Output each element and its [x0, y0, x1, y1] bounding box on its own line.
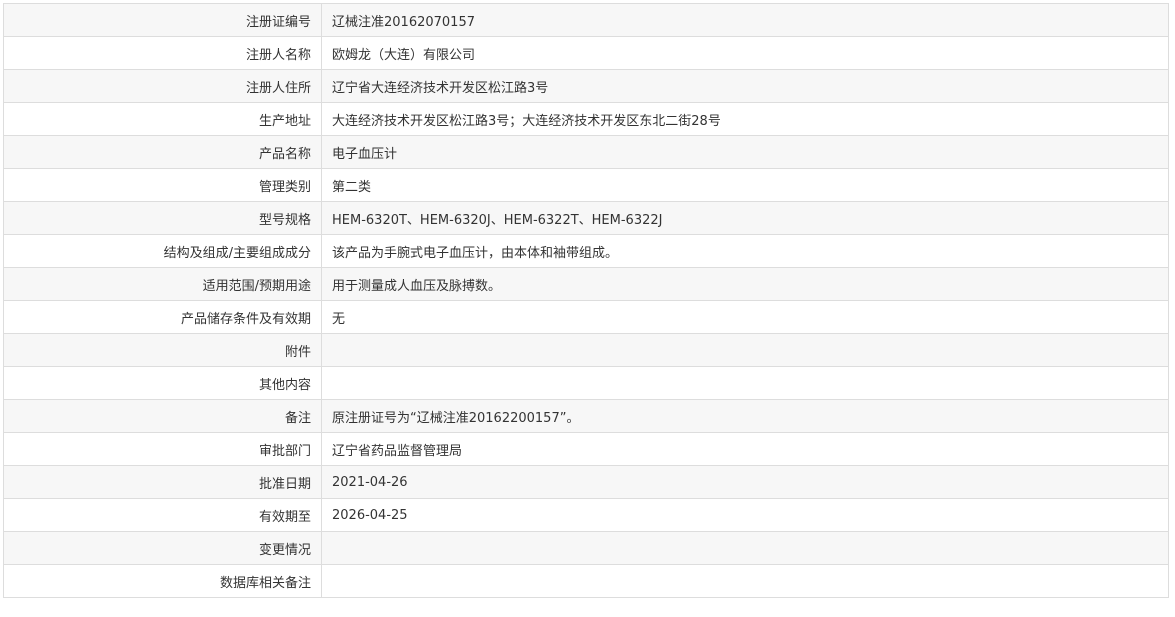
table-row: 有效期至 2026-04-25: [3, 498, 1169, 532]
table-row: 变更情况: [3, 531, 1169, 565]
row-value-model-spec: HEM-6320T、HEM-6320J、HEM-6322T、HEM-6322J: [321, 201, 1169, 235]
row-label-intended-use: 适用范围/预期用途: [3, 267, 322, 301]
row-value-valid-until: 2026-04-25: [321, 498, 1169, 532]
row-value-approval-department: 辽宁省药品监督管理局: [321, 432, 1169, 466]
row-value-database-remarks: [321, 564, 1169, 598]
row-label-registrant-address: 注册人住所: [3, 69, 322, 103]
row-value-attachments: [321, 333, 1169, 367]
table-row: 注册人名称 欧姆龙（大连）有限公司: [3, 36, 1169, 70]
registration-record-table: 注册证编号 辽械注准20162070157 注册人名称 欧姆龙（大连）有限公司 …: [3, 3, 1169, 598]
row-label-remarks: 备注: [3, 399, 322, 433]
table-row: 结构及组成/主要组成成分 该产品为手腕式电子血压计，由本体和袖带组成。: [3, 234, 1169, 268]
row-label-production-address: 生产地址: [3, 102, 322, 136]
row-label-structure-composition: 结构及组成/主要组成成分: [3, 234, 322, 268]
row-value-structure-composition: 该产品为手腕式电子血压计，由本体和袖带组成。: [321, 234, 1169, 268]
row-label-product-name: 产品名称: [3, 135, 322, 169]
table-row: 产品名称 电子血压计: [3, 135, 1169, 169]
table-row: 注册人住所 辽宁省大连经济技术开发区松江路3号: [3, 69, 1169, 103]
row-value-registrant-name: 欧姆龙（大连）有限公司: [321, 36, 1169, 70]
table-row: 生产地址 大连经济技术开发区松江路3号；大连经济技术开发区东北二街28号: [3, 102, 1169, 136]
row-label-approval-department: 审批部门: [3, 432, 322, 466]
row-label-attachments: 附件: [3, 333, 322, 367]
row-label-valid-until: 有效期至: [3, 498, 322, 532]
table-row: 批准日期 2021-04-26: [3, 465, 1169, 499]
row-value-registration-number: 辽械注准20162070157: [321, 3, 1169, 37]
row-value-storage-validity: 无: [321, 300, 1169, 334]
row-label-database-remarks: 数据库相关备注: [3, 564, 322, 598]
table-row: 数据库相关备注: [3, 564, 1169, 598]
table-row: 附件: [3, 333, 1169, 367]
row-label-model-spec: 型号规格: [3, 201, 322, 235]
table-row: 注册证编号 辽械注准20162070157: [3, 3, 1169, 37]
row-value-change-history: [321, 531, 1169, 565]
row-value-registrant-address: 辽宁省大连经济技术开发区松江路3号: [321, 69, 1169, 103]
row-value-management-category: 第二类: [321, 168, 1169, 202]
table-row: 产品储存条件及有效期 无: [3, 300, 1169, 334]
row-label-storage-validity: 产品储存条件及有效期: [3, 300, 322, 334]
row-label-registration-number: 注册证编号: [3, 3, 322, 37]
record-table-body: 注册证编号 辽械注准20162070157 注册人名称 欧姆龙（大连）有限公司 …: [3, 3, 1169, 598]
table-row: 管理类别 第二类: [3, 168, 1169, 202]
table-row: 其他内容: [3, 366, 1169, 400]
table-row: 型号规格 HEM-6320T、HEM-6320J、HEM-6322T、HEM-6…: [3, 201, 1169, 235]
row-value-remarks: 原注册证号为“辽械注准20162200157”。: [321, 399, 1169, 433]
row-value-intended-use: 用于测量成人血压及脉搏数。: [321, 267, 1169, 301]
row-label-other-content: 其他内容: [3, 366, 322, 400]
table-row: 适用范围/预期用途 用于测量成人血压及脉搏数。: [3, 267, 1169, 301]
row-value-other-content: [321, 366, 1169, 400]
row-value-product-name: 电子血压计: [321, 135, 1169, 169]
row-label-change-history: 变更情况: [3, 531, 322, 565]
table-row: 备注 原注册证号为“辽械注准20162200157”。: [3, 399, 1169, 433]
row-label-registrant-name: 注册人名称: [3, 36, 322, 70]
row-value-approval-date: 2021-04-26: [321, 465, 1169, 499]
row-value-production-address: 大连经济技术开发区松江路3号；大连经济技术开发区东北二街28号: [321, 102, 1169, 136]
row-label-approval-date: 批准日期: [3, 465, 322, 499]
row-label-management-category: 管理类别: [3, 168, 322, 202]
table-row: 审批部门 辽宁省药品监督管理局: [3, 432, 1169, 466]
